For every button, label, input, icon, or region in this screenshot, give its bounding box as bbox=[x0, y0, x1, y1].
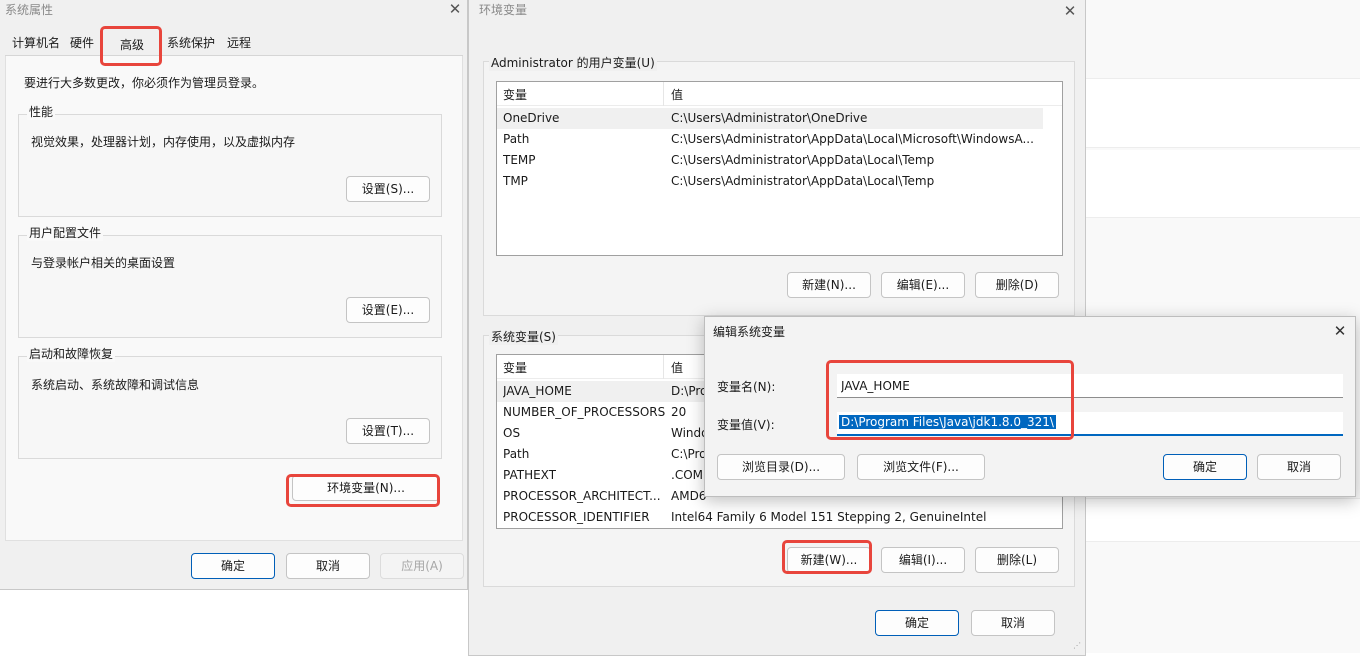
system-new-button[interactable]: 新建(W)... bbox=[787, 547, 871, 573]
advanced-tab-page: 要进行大多数更改，你必须作为管理员登录。 视觉效果，处理器计划，内存使用，以及虚… bbox=[5, 56, 463, 541]
startup-recovery-label: 启动和故障恢复 bbox=[27, 345, 116, 362]
user-delete-button[interactable]: 删除(D) bbox=[975, 272, 1059, 298]
row-value: C:\Users\Administrator\AppData\Local\Tem… bbox=[671, 174, 935, 188]
variable-name-field[interactable] bbox=[837, 374, 1343, 398]
ok-button[interactable]: 确定 bbox=[875, 610, 959, 636]
startup-recovery-group: 系统启动、系统故障和调试信息 设置(T)... bbox=[18, 356, 442, 459]
performance-settings-button[interactable]: 设置(S)... bbox=[346, 176, 430, 202]
row-name: Path bbox=[503, 447, 530, 461]
close-icon[interactable]: ✕ bbox=[1332, 323, 1348, 339]
column-value[interactable]: 值 bbox=[671, 359, 683, 376]
apply-button[interactable]: 应用(A) bbox=[380, 553, 464, 579]
column-variable[interactable]: 变量 bbox=[503, 86, 527, 103]
edit-system-variable-dialog: 编辑系统变量 ✕ 变量名(N): 变量值(V): D:\Program File… bbox=[704, 316, 1356, 497]
row-name: NUMBER_OF_PROCESSORS bbox=[503, 405, 666, 419]
row-value: C:\Pro bbox=[671, 447, 707, 461]
tab-advanced[interactable]: 高级 bbox=[117, 35, 148, 57]
system-delete-button[interactable]: 删除(L) bbox=[975, 547, 1059, 573]
background-card bbox=[1084, 78, 1360, 148]
table-row[interactable]: TEMP C:\Users\Administrator\AppData\Loca… bbox=[497, 150, 1062, 171]
row-name: TMP bbox=[503, 174, 528, 188]
resize-grip-icon[interactable]: ⋰ bbox=[1073, 641, 1083, 651]
tab-hardware[interactable]: 硬件 bbox=[67, 33, 98, 55]
column-value[interactable]: 值 bbox=[671, 86, 683, 103]
column-variable[interactable]: 变量 bbox=[503, 359, 527, 376]
user-profiles-group: 与登录帐户相关的桌面设置 设置(E)... bbox=[18, 235, 442, 338]
cancel-button[interactable]: 取消 bbox=[971, 610, 1055, 636]
ok-button[interactable]: 确定 bbox=[1163, 454, 1247, 480]
user-profiles-desc: 与登录帐户相关的桌面设置 bbox=[31, 256, 176, 270]
table-row[interactable]: Path C:\Users\Administrator\AppData\Loca… bbox=[497, 129, 1062, 150]
variable-name-input[interactable] bbox=[837, 374, 1343, 397]
user-variables-list[interactable]: 变量 值 OneDrive C:\Users\Administrator\One… bbox=[496, 81, 1063, 256]
close-icon[interactable]: ✕ bbox=[447, 1, 463, 17]
system-variables-label: 系统变量(S) bbox=[489, 328, 558, 345]
browse-file-button[interactable]: 浏览文件(F)... bbox=[857, 454, 985, 480]
ok-button[interactable]: 确定 bbox=[191, 553, 275, 579]
user-new-button[interactable]: 新建(N)... bbox=[787, 272, 871, 298]
row-value: AMD6 bbox=[671, 489, 707, 503]
tab-remote[interactable]: 远程 bbox=[224, 33, 255, 55]
row-value: C:\Users\Administrator\AppData\Local\Tem… bbox=[671, 153, 935, 167]
user-profiles-label: 用户配置文件 bbox=[27, 224, 104, 241]
row-value: D:\Pro bbox=[671, 384, 708, 398]
dialog-title: 编辑系统变量 bbox=[713, 325, 786, 339]
table-row[interactable]: TMP C:\Users\Administrator\AppData\Local… bbox=[497, 171, 1062, 192]
background-card bbox=[1084, 150, 1360, 218]
system-properties-window: 系统属性 ✕ 计算机名 硬件 高级 系统保护 远程 要进行大多数更改，你必须作为… bbox=[0, 0, 468, 590]
row-value: 20 bbox=[671, 405, 687, 419]
performance-label: 性能 bbox=[27, 103, 56, 120]
system-edit-button[interactable]: 编辑(I)... bbox=[881, 547, 965, 573]
row-name: OS bbox=[503, 426, 521, 440]
cancel-button[interactable]: 取消 bbox=[1257, 454, 1341, 480]
table-row[interactable]: OneDrive C:\Users\Administrator\OneDrive bbox=[497, 108, 1043, 129]
table-row[interactable]: PROCESSOR_IDENTIFIER Intel64 Family 6 Mo… bbox=[497, 507, 1062, 528]
variable-value-selected-text: D:\Program Files\Java\jdk1.8.0_321\ bbox=[839, 415, 1056, 429]
close-icon[interactable]: ✕ bbox=[1062, 3, 1078, 19]
row-name: Path bbox=[503, 132, 530, 146]
tab-system-protection[interactable]: 系统保护 bbox=[164, 33, 219, 55]
performance-desc: 视觉效果，处理器计划，内存使用，以及虚拟内存 bbox=[31, 135, 296, 149]
environment-variables-button[interactable]: 环境变量(N)... bbox=[292, 475, 440, 501]
variable-name-label: 变量名(N): bbox=[717, 380, 776, 394]
startup-recovery-desc: 系统启动、系统故障和调试信息 bbox=[31, 378, 200, 392]
admin-note: 要进行大多数更改，你必须作为管理员登录。 bbox=[24, 76, 265, 90]
user-profiles-settings-button[interactable]: 设置(E)... bbox=[346, 297, 430, 323]
row-name: OneDrive bbox=[503, 111, 560, 125]
user-edit-button[interactable]: 编辑(E)... bbox=[881, 272, 965, 298]
window-title: 环境变量 bbox=[479, 3, 528, 17]
row-name: PATHEXT bbox=[503, 468, 557, 482]
row-value: Intel64 Family 6 Model 151 Stepping 2, G… bbox=[671, 510, 987, 524]
row-value: C:\Users\Administrator\AppData\Local\Mic… bbox=[671, 132, 1034, 146]
tab-computer-name[interactable]: 计算机名 bbox=[9, 33, 64, 55]
row-name: TEMP bbox=[503, 153, 536, 167]
row-value: .COM bbox=[671, 468, 703, 482]
variable-value-label: 变量值(V): bbox=[717, 418, 775, 432]
variable-value-field[interactable]: D:\Program Files\Java\jdk1.8.0_321\ bbox=[837, 412, 1343, 436]
row-name: PROCESSOR_ARCHITECT... bbox=[503, 489, 661, 503]
background-card bbox=[1084, 498, 1360, 542]
browse-directory-button[interactable]: 浏览目录(D)... bbox=[717, 454, 845, 480]
user-variables-label: Administrator 的用户变量(U) bbox=[489, 54, 657, 71]
row-name: JAVA_HOME bbox=[503, 384, 572, 398]
performance-group: 视觉效果，处理器计划，内存使用，以及虚拟内存 设置(S)... bbox=[18, 114, 442, 217]
list-header: 变量 值 bbox=[497, 82, 1062, 106]
window-title: 系统属性 bbox=[5, 3, 54, 17]
startup-recovery-settings-button[interactable]: 设置(T)... bbox=[346, 418, 430, 444]
row-value: C:\Users\Administrator\OneDrive bbox=[671, 111, 868, 125]
cancel-button[interactable]: 取消 bbox=[286, 553, 370, 579]
row-name: PROCESSOR_IDENTIFIER bbox=[503, 510, 650, 524]
row-value: Windo bbox=[671, 426, 709, 440]
